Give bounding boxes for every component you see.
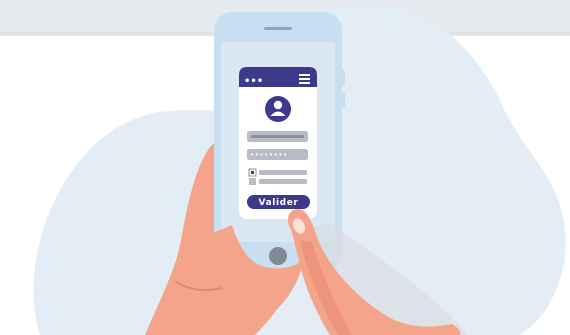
menu-dots[interactable]: ••• — [244, 76, 263, 87]
hamburger-menu-icon[interactable] — [299, 74, 310, 84]
phone-side-button-2 — [340, 92, 345, 108]
illustration-stage: ••• •••••••• Valider — [0, 0, 570, 335]
username-value — [251, 135, 304, 138]
checkbox-icon — [249, 178, 256, 185]
submit-button-label: Valider — [259, 198, 299, 208]
user-avatar-icon — [265, 96, 291, 122]
password-mask: •••••••• — [250, 151, 288, 159]
phone-home-button[interactable] — [269, 247, 287, 265]
login-illustration: ••• •••••••• Valider — [0, 0, 570, 335]
phone-side-button-1 — [340, 70, 345, 86]
phone-speaker — [264, 27, 292, 30]
